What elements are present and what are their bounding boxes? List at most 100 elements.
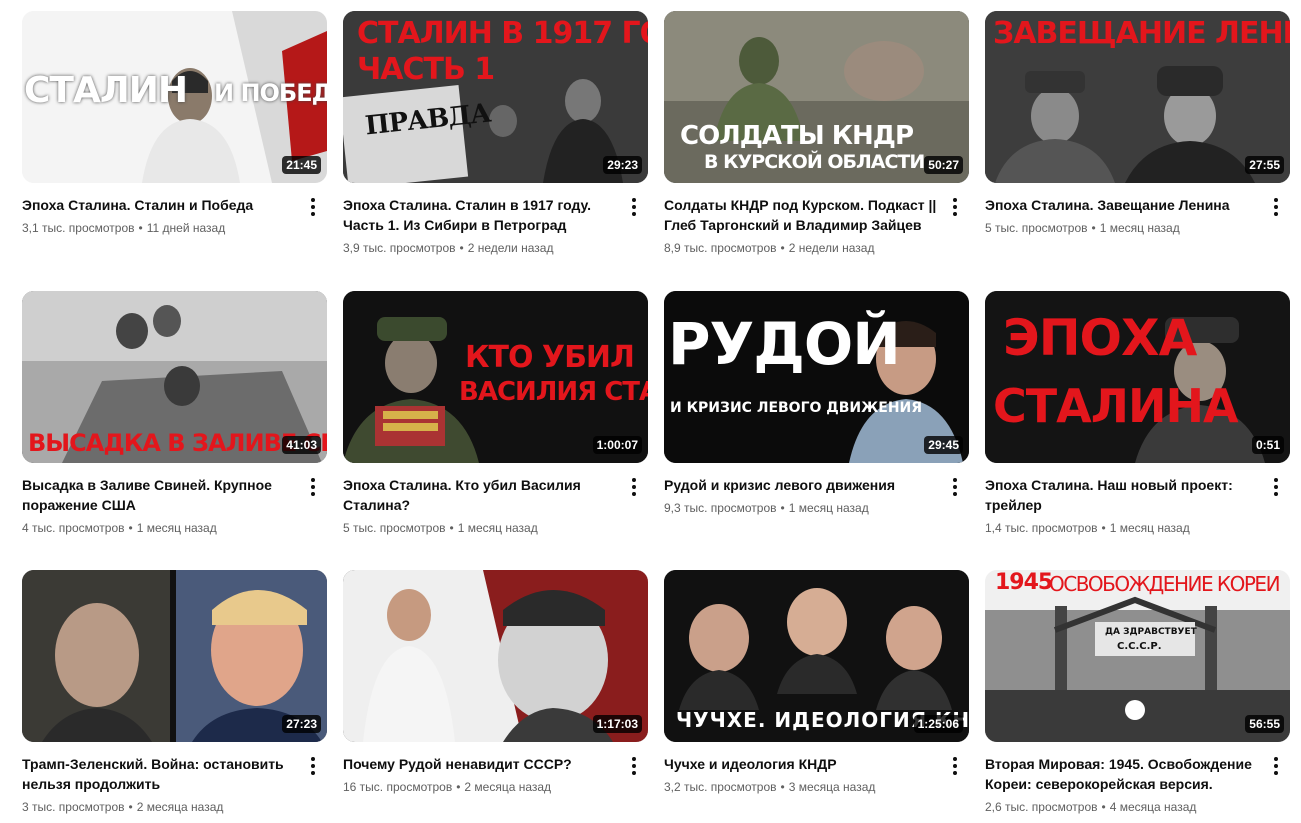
video-title[interactable]: Эпоха Сталина. Сталин и Победа (22, 195, 299, 215)
more-vert-icon[interactable] (624, 475, 644, 499)
thumbnail-text: СТАЛИНА (993, 379, 1239, 433)
video-stats: 16 тыс. просмотров • 2 месяца назад (343, 780, 552, 794)
more-vert-icon[interactable] (1266, 754, 1286, 778)
duration-badge: 56:55 (1245, 715, 1284, 733)
duration-badge: 1:25:06 (913, 715, 963, 733)
more-vert-icon[interactable] (1266, 195, 1286, 219)
thumbnail-text: РУДОЙ (668, 310, 901, 378)
video-thumbnail[interactable]: 1:17:03 (343, 570, 648, 742)
duration-badge: 27:23 (282, 715, 321, 733)
thumbnail-text: ЗАВЕЩАНИЕ ЛЕНИНА (993, 16, 1290, 51)
duration-badge: 29:23 (603, 156, 642, 174)
video-stats: 2,6 тыс. просмотров • 4 месяца назад (985, 800, 1197, 814)
video-title[interactable]: Рудой и кризис левого движения (664, 475, 941, 495)
video-stats: 5 тыс. просмотров • 1 месяц назад (343, 521, 538, 535)
view-count: 3 тыс. просмотров (22, 800, 125, 814)
view-count: 16 тыс. просмотров (343, 780, 453, 794)
video-card[interactable]: 27:23 Трамп-Зеленский. Война: остановить… (22, 570, 327, 816)
video-title[interactable]: Эпоха Сталина. Завещание Ленина (985, 195, 1262, 215)
view-count: 3,9 тыс. просмотров (343, 241, 456, 255)
thumbnail-text: ОСВОБОЖДЕНИЕ КОРЕИ (1049, 572, 1281, 596)
video-card[interactable]: ЧУЧХЕ. ИДЕОЛОГИЯ КНДР 1:25:06 Чучхе и ид… (664, 570, 969, 796)
video-card[interactable]: 1945 ОСВОБОЖДЕНИЕ КОРЕИ ДА ЗДРАВСТВУЕТ С… (985, 570, 1290, 816)
video-card[interactable]: ЭПОХА СТАЛИНА 0:51 Эпоха Сталина. Наш но… (985, 291, 1290, 537)
video-stats: 1,4 тыс. просмотров • 1 месяц назад (985, 521, 1190, 535)
thumbnail-text: ДА ЗДРАВСТВУЕТ (1105, 627, 1197, 637)
video-stats: 3,2 тыс. просмотров • 3 месяца назад (664, 780, 876, 794)
video-card[interactable]: КТО УБИЛ ВАСИЛИЯ СТАЛИНА? 1:00:07 Эпоха … (343, 291, 648, 537)
thumbnail-text: СТАЛИН В 1917 ГОДУ (357, 16, 648, 51)
video-card[interactable]: СОЛДАТЫ КНДР В КУРСКОЙ ОБЛАСТИ 50:27 Сол… (664, 11, 969, 257)
video-stats: 3 тыс. просмотров • 2 месяца назад (22, 800, 224, 814)
video-title[interactable]: Эпоха Сталина. Наш новый проект: трейлер (985, 475, 1262, 515)
video-stats: 9,3 тыс. просмотров • 1 месяц назад (664, 501, 869, 515)
more-vert-icon[interactable] (1266, 475, 1286, 499)
upload-age: 11 дней назад (146, 221, 226, 235)
more-vert-icon[interactable] (303, 195, 323, 219)
video-thumbnail[interactable]: РУДОЙ И КРИЗИС ЛЕВОГО ДВИЖЕНИЯ 29:45 (664, 291, 969, 463)
video-thumbnail[interactable]: ВЫСАДКА В ЗАЛИВЕ СВИНЕЙ 41:03 (22, 291, 327, 463)
video-card[interactable]: 1:17:03 Почему Рудой ненавидит СССР? 16 … (343, 570, 648, 796)
more-vert-icon[interactable] (945, 475, 965, 499)
video-thumbnail[interactable]: СОЛДАТЫ КНДР В КУРСКОЙ ОБЛАСТИ 50:27 (664, 11, 969, 183)
thumbnail-text: ЧАСТЬ 1 (357, 52, 495, 87)
video-card[interactable]: СТАЛИН И ПОБЕДА 21:45 Эпоха Сталина. Ста… (22, 11, 327, 237)
video-thumbnail[interactable]: ЭПОХА СТАЛИНА 0:51 (985, 291, 1290, 463)
video-stats: 3,9 тыс. просмотров • 2 недели назад (343, 241, 554, 255)
more-vert-icon[interactable] (624, 754, 644, 778)
video-thumbnail[interactable]: СТАЛИН В 1917 ГОДУ ЧАСТЬ 1 ПРАВДА 29:23 (343, 11, 648, 183)
upload-age: 2 недели назад (467, 241, 554, 255)
video-stats: 3,1 тыс. просмотров • 11 дней назад (22, 221, 226, 235)
upload-age: 4 месяца назад (1109, 800, 1197, 814)
upload-age: 1 месяц назад (136, 521, 217, 535)
upload-age: 2 недели назад (788, 241, 875, 255)
duration-badge: 50:27 (924, 156, 963, 174)
view-count: 3,1 тыс. просмотров (22, 221, 135, 235)
video-thumbnail[interactable]: ЧУЧХЕ. ИДЕОЛОГИЯ КНДР 1:25:06 (664, 570, 969, 742)
thumbnail-text: КТО УБИЛ (465, 340, 635, 375)
more-vert-icon[interactable] (945, 195, 965, 219)
video-thumbnail[interactable]: 27:23 (22, 570, 327, 742)
duration-badge: 21:45 (282, 156, 321, 174)
more-vert-icon[interactable] (945, 754, 965, 778)
video-thumbnail[interactable]: 1945 ОСВОБОЖДЕНИЕ КОРЕИ ДА ЗДРАВСТВУЕТ С… (985, 570, 1290, 742)
thumbnail-text: ЭПОХА (1003, 309, 1197, 367)
video-thumbnail[interactable]: СТАЛИН И ПОБЕДА 21:45 (22, 11, 327, 183)
view-count: 2,6 тыс. просмотров (985, 800, 1098, 814)
video-card[interactable]: РУДОЙ И КРИЗИС ЛЕВОГО ДВИЖЕНИЯ 29:45 Руд… (664, 291, 969, 517)
video-thumbnail[interactable]: ЗАВЕЩАНИЕ ЛЕНИНА 27:55 (985, 11, 1290, 183)
view-count: 9,3 тыс. просмотров (664, 501, 777, 515)
thumbnail-text: С.С.С.Р. (1117, 641, 1162, 652)
upload-age: 1 месяц назад (457, 521, 538, 535)
video-thumbnail[interactable]: КТО УБИЛ ВАСИЛИЯ СТАЛИНА? 1:00:07 (343, 291, 648, 463)
video-title[interactable]: Эпоха Сталина. Сталин в 1917 году. Часть… (343, 195, 620, 235)
view-count: 4 тыс. просмотров (22, 521, 125, 535)
upload-age: 2 месяца назад (136, 800, 224, 814)
thumbnail-text: В КУРСКОЙ ОБЛАСТИ (704, 151, 925, 173)
video-title[interactable]: Трамп-Зеленский. Война: остановить нельз… (22, 754, 299, 794)
upload-age: 2 месяца назад (464, 780, 552, 794)
thumbnail-text: 1945 (995, 570, 1053, 595)
video-card[interactable]: ЗАВЕЩАНИЕ ЛЕНИНА 27:55 Эпоха Сталина. За… (985, 11, 1290, 237)
video-title[interactable]: Почему Рудой ненавидит СССР? (343, 754, 620, 774)
duration-badge: 1:17:03 (592, 715, 642, 733)
video-title[interactable]: Чучхе и идеология КНДР (664, 754, 941, 774)
video-card[interactable]: ВЫСАДКА В ЗАЛИВЕ СВИНЕЙ 41:03 Высадка в … (22, 291, 327, 537)
view-count: 1,4 тыс. просмотров (985, 521, 1098, 535)
video-stats: 8,9 тыс. просмотров • 2 недели назад (664, 241, 875, 255)
thumbnail-text: И ПОБЕДА (214, 79, 327, 107)
video-title[interactable]: Эпоха Сталина. Кто убил Василия Сталина? (343, 475, 620, 515)
video-title[interactable]: Солдаты КНДР под Курском. Подкаст || Гле… (664, 195, 941, 235)
upload-age: 1 месяц назад (788, 501, 869, 515)
view-count: 5 тыс. просмотров (985, 221, 1088, 235)
more-vert-icon[interactable] (303, 475, 323, 499)
thumbnail-text: ВАСИЛИЯ СТАЛИНА? (459, 377, 648, 407)
more-vert-icon[interactable] (624, 195, 644, 219)
video-title[interactable]: Вторая Мировая: 1945. Освобождение Кореи… (985, 754, 1262, 794)
video-stats: 4 тыс. просмотров • 1 месяц назад (22, 521, 217, 535)
video-card[interactable]: СТАЛИН В 1917 ГОДУ ЧАСТЬ 1 ПРАВДА 29:23 … (343, 11, 648, 257)
view-count: 5 тыс. просмотров (343, 521, 446, 535)
video-title[interactable]: Высадка в Заливе Свиней. Крупное поражен… (22, 475, 299, 515)
more-vert-icon[interactable] (303, 754, 323, 778)
thumbnail-text: И КРИЗИС ЛЕВОГО ДВИЖЕНИЯ (670, 400, 923, 416)
